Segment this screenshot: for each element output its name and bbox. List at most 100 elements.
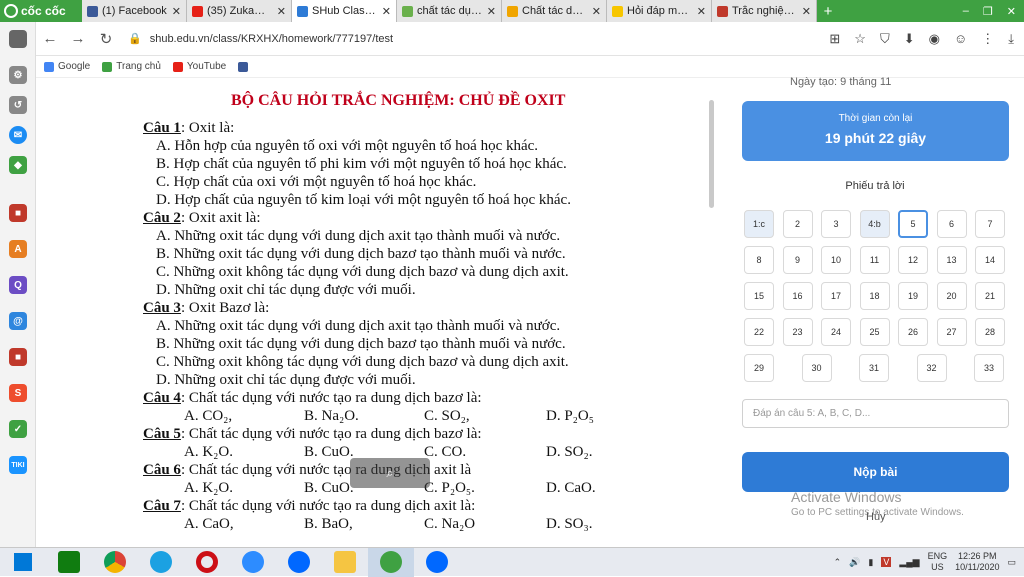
notification-icon[interactable]: ▭ [1007,557,1016,568]
vpn-icon[interactable]: V [881,557,892,567]
shopee-icon[interactable]: S [9,384,27,402]
answer-cell[interactable]: 8 [744,246,774,274]
app-red-icon[interactable]: ■ [9,204,27,222]
close-tab-icon[interactable]: ✕ [697,5,706,18]
profile-icon[interactable]: ☺ [954,31,967,47]
language-indicator[interactable]: ENG US [928,551,948,573]
shield-icon[interactable]: ⛉ [880,31,890,47]
answer-cell[interactable]: 17 [821,282,851,310]
answer-cell[interactable]: 21 [975,282,1005,310]
start-icon[interactable] [0,548,46,577]
answer-cell[interactable]: 24 [821,318,851,346]
mail-icon[interactable]: @ [9,312,27,330]
settings-icon[interactable]: ⚙ [9,66,27,84]
zalo-icon[interactable] [276,548,322,577]
battery-icon[interactable]: ▮ [868,557,873,568]
answer-cell[interactable]: 7 [975,210,1005,238]
answer-cell[interactable]: 11 [859,246,890,274]
bookmark-star-icon[interactable]: ☆ [854,31,866,47]
close-tab-icon[interactable]: ✕ [592,5,601,18]
coccoc-menu-button[interactable]: cốc cốc [0,0,82,22]
answer-cell[interactable]: 25 [859,318,890,346]
browser-tab[interactable]: SHub Classroom ✕ [292,0,397,22]
browser-tab[interactable]: Trắc nghiệm: N ✕ [712,0,817,22]
answer-cell[interactable]: 14 [975,246,1005,274]
messenger-icon[interactable]: ✉ [9,126,27,144]
cancel-button[interactable]: Hủy [866,511,886,523]
zoom-overlay-button[interactable]: ⌕ [350,458,430,488]
app-a-icon[interactable]: A [9,240,27,258]
answer-cell[interactable]: 9 [782,246,813,274]
volume-icon[interactable]: 🔊 [849,557,860,568]
answer-cell[interactable]: 18 [859,282,890,310]
bookmark-item[interactable]: Trang chủ [102,61,161,72]
translate-icon[interactable]: ⊞ [829,31,840,47]
submit-button[interactable]: Nộp bài [742,452,1009,492]
tray-chevron-icon[interactable]: ⌃ [834,557,842,568]
answer-cell[interactable]: 15 [744,282,774,310]
bookmark-item[interactable]: Google [44,61,90,72]
file-explorer-icon[interactable] [322,548,368,577]
network-icon[interactable]: ▂▄▆ [899,557,919,568]
maximize-icon[interactable]: ❐ [983,5,993,18]
close-tab-icon[interactable]: ✕ [487,5,496,18]
browser-tab[interactable]: chất tác dụng v ✕ [397,0,502,22]
answer-cell[interactable]: 3 [821,210,851,238]
store-icon[interactable] [46,548,92,577]
browser-tab[interactable]: (35) ZukaNoPro ✕ [187,0,292,22]
browser-tab[interactable]: Chất tác dụng ✕ [502,0,607,22]
answer-cell[interactable]: 4:b [859,210,890,238]
coccoc-green-icon[interactable]: ✓ [9,420,27,438]
answer-cell[interactable]: 33 [974,354,1004,382]
close-tab-icon[interactable]: ✕ [172,5,181,18]
game-icon[interactable]: ◆ [9,156,27,174]
close-tab-icon[interactable]: ✕ [277,5,286,18]
ie-icon[interactable] [138,548,184,577]
document-scrollbar[interactable] [709,100,714,208]
answer-cell[interactable]: 22 [744,318,774,346]
browser-tab[interactable]: Hỏi đáp môn H ✕ [607,0,712,22]
minimize-icon[interactable]: – [963,5,969,18]
app-q-icon[interactable]: Q [9,276,27,294]
close-tab-icon[interactable]: ✕ [382,5,391,18]
answer-cell[interactable]: 23 [782,318,813,346]
answer-cell[interactable]: 29 [744,354,774,382]
answer-cell[interactable]: 12 [898,246,928,274]
answer-cell[interactable]: 10 [821,246,851,274]
app-red2-icon[interactable]: ■ [9,348,27,366]
extension-icon[interactable]: ◉ [929,31,940,47]
answer-cell[interactable]: 2 [782,210,813,238]
answer-cell[interactable]: 20 [936,282,967,310]
new-tab-button[interactable]: + [817,3,839,20]
close-tab-icon[interactable]: ✕ [802,5,811,18]
answer-cell[interactable]: 30 [801,354,832,382]
download-box-icon[interactable]: ⬇ [904,31,915,47]
history-icon[interactable]: ↺ [9,96,27,114]
zoom-app-icon[interactable] [230,548,276,577]
answer-cell[interactable]: 27 [936,318,967,346]
answer-cell[interactable]: 26 [898,318,928,346]
coccoc-taskbar-icon[interactable] [368,547,414,577]
menu-icon[interactable]: ⋮ [981,31,994,47]
answer-input[interactable]: Đáp án câu 5: A, B, C, D... [742,399,1009,428]
tiki-icon[interactable]: TIKI [9,456,27,474]
answer-cell[interactable]: 13 [936,246,967,274]
close-window-icon[interactable]: ✕ [1007,5,1016,18]
answer-cell[interactable]: 19 [898,282,928,310]
chrome-icon[interactable] [92,548,138,577]
browser-tab[interactable]: (1) Facebook ✕ [82,0,187,22]
answer-cell[interactable]: 6 [936,210,967,238]
bookmark-item[interactable] [238,61,252,72]
answer-cell[interactable]: 31 [859,354,889,382]
answer-cell[interactable]: 28 [975,318,1005,346]
answer-cell[interactable]: 32 [916,354,947,382]
sidebar-toggle-icon[interactable] [9,30,27,48]
download-icon[interactable]: ⤓ [1008,31,1014,47]
address-bar[interactable]: 🔒 shub.edu.vn/class/KRXHX/homework/77719… [128,27,778,51]
bookmark-item[interactable]: YouTube [172,61,226,72]
zalo-2-icon[interactable] [414,548,460,577]
reload-icon[interactable]: ↻ [92,30,120,48]
opera-icon[interactable] [184,548,230,577]
back-icon[interactable]: ← [36,30,64,47]
answer-cell[interactable]: 5 [898,210,928,238]
